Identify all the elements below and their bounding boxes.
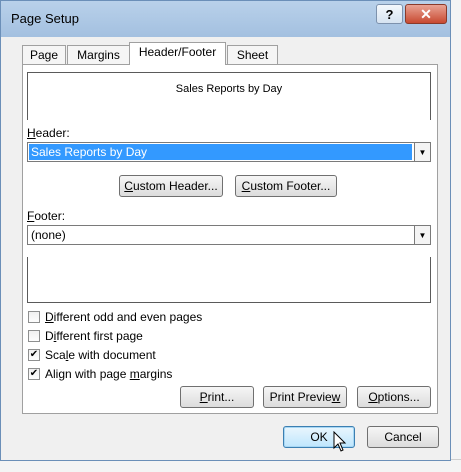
print-preview-button[interactable]: Print Preview xyxy=(263,386,347,408)
mouse-pointer-icon xyxy=(333,431,347,452)
tab-page[interactable]: Page xyxy=(22,45,66,64)
different-first-page-label: Different first page xyxy=(45,329,143,343)
print-button[interactable]: Print... xyxy=(180,386,254,408)
chevron-down-icon[interactable]: ▼ xyxy=(414,226,430,244)
footer-label: Footer: xyxy=(27,209,66,223)
checkmark-icon[interactable]: ✔ xyxy=(28,349,40,361)
header-dropdown[interactable]: Sales Reports by Day ▼ xyxy=(27,142,431,162)
custom-footer-button[interactable]: Custom Footer... xyxy=(235,175,337,197)
header-preview-text: Sales Reports by Day xyxy=(175,83,283,95)
checkmark-icon[interactable]: ✔ xyxy=(28,368,40,380)
header-preview: Sales Reports by Day xyxy=(27,72,431,120)
align-with-margins-checkbox[interactable]: ✔ Align with page margins xyxy=(28,366,172,382)
header-dropdown-value: Sales Reports by Day xyxy=(29,144,412,160)
tab-sheet[interactable]: Sheet xyxy=(227,45,278,64)
footer-preview xyxy=(27,257,431,303)
scale-with-document-label: Scale with document xyxy=(45,348,156,362)
different-odd-even-label: Different odd and even pages xyxy=(45,310,203,324)
checkbox-box[interactable] xyxy=(28,311,40,323)
title-bar: Page Setup ? ✕ xyxy=(1,1,450,37)
tab-header-footer[interactable]: Header/Footer xyxy=(129,42,226,65)
help-button[interactable]: ? xyxy=(376,4,403,24)
different-first-page-checkbox[interactable]: Different first page xyxy=(28,328,143,344)
scale-with-document-checkbox[interactable]: ✔ Scale with document xyxy=(28,347,156,363)
checkbox-box[interactable] xyxy=(28,330,40,342)
custom-header-button[interactable]: Custom Header... xyxy=(119,175,223,197)
help-icon: ? xyxy=(385,6,394,22)
options-button[interactable]: Options... xyxy=(357,386,431,408)
align-with-margins-label: Align with page margins xyxy=(45,367,173,381)
dialog-title: Page Setup xyxy=(11,11,79,26)
cancel-button[interactable]: Cancel xyxy=(367,426,439,448)
close-icon: ✕ xyxy=(420,5,432,22)
close-button[interactable]: ✕ xyxy=(405,4,447,24)
header-label: Header: xyxy=(27,126,70,140)
different-odd-even-checkbox[interactable]: Different odd and even pages xyxy=(28,309,202,325)
tab-margins[interactable]: Margins xyxy=(67,45,130,64)
chevron-down-icon[interactable]: ▼ xyxy=(414,143,430,161)
footer-dropdown[interactable]: (none) ▼ xyxy=(27,225,431,245)
footer-dropdown-value: (none) xyxy=(31,228,66,242)
